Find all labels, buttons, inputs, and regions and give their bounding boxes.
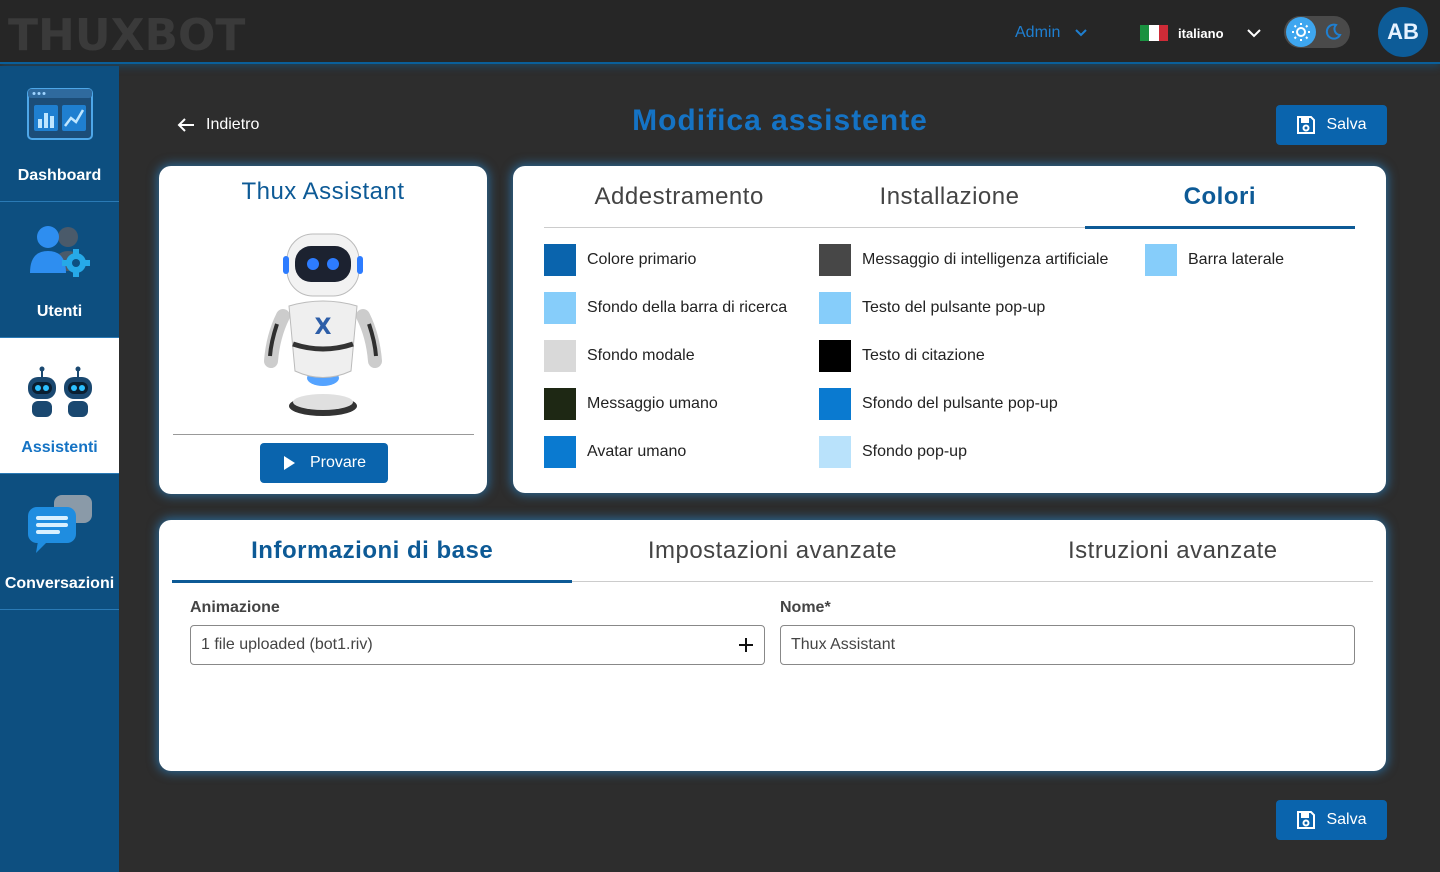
color-label: Avatar umano (587, 443, 687, 460)
color-label: Colore primario (587, 251, 697, 268)
save-button-bottom[interactable]: Salva (1276, 800, 1387, 840)
save-label: Salva (1326, 811, 1367, 828)
color-label: Messaggio di intelligenza artificiale (862, 251, 1109, 268)
svg-text:THUXBOT: THUXBOT (8, 10, 245, 56)
page-title: Modifica assistente (632, 104, 928, 137)
language-select[interactable]: italiano (1140, 22, 1262, 44)
color-sidebar[interactable]: Barra laterale (1145, 244, 1284, 276)
settings-tabs-card: Addestramento Installazione Colori Color… (513, 166, 1386, 493)
color-label: Sfondo del pulsante pop-up (862, 395, 1058, 412)
robot-avatar-image: X (264, 233, 382, 416)
name-label: Nome* (780, 599, 831, 616)
dashboard-chart-icon (26, 88, 93, 140)
color-swatch[interactable] (819, 436, 851, 468)
tab-basic-info[interactable]: Informazioni di base (172, 520, 573, 583)
tab-colors[interactable]: Colori (1084, 166, 1356, 229)
user-avatar[interactable]: AB (1378, 7, 1428, 57)
theme-toggle[interactable] (1284, 16, 1350, 48)
color-swatch[interactable] (544, 244, 576, 276)
color-popup-button-background[interactable]: Sfondo del pulsante pop-up (819, 388, 1058, 420)
color-label: Sfondo pop-up (862, 443, 967, 460)
tab-advanced-settings[interactable]: Impostazioni avanzate (572, 520, 972, 581)
color-label: Sfondo modale (587, 347, 695, 364)
assistant-preview-card: Thux Assistant X Provare (159, 166, 487, 494)
color-swatch[interactable] (1145, 244, 1177, 276)
thuxbot-logo[interactable]: THUXBOT (8, 10, 298, 56)
basic-info-card: Informazioni di base Impostazioni avanza… (159, 520, 1386, 771)
play-icon (283, 456, 295, 470)
sidebar-item-users[interactable]: Utenti (0, 202, 119, 338)
color-primary[interactable]: Colore primario (544, 244, 696, 276)
color-human-message[interactable]: Messaggio umano (544, 388, 718, 420)
color-swatch[interactable] (544, 436, 576, 468)
tab-training[interactable]: Addestramento (544, 166, 814, 227)
info-tab-bar: Informazioni di base Impostazioni avanza… (172, 520, 1373, 583)
color-swatch[interactable] (819, 388, 851, 420)
sidebar-item-label: Dashboard (17, 167, 102, 184)
color-swatch[interactable] (544, 388, 576, 420)
try-label: Provare (309, 454, 367, 471)
color-search-bar-background[interactable]: Sfondo della barra di ricerca (544, 292, 787, 324)
add-file-icon[interactable] (738, 637, 754, 653)
name-input[interactable]: Thux Assistant (780, 625, 1355, 665)
floppy-disk-icon (1297, 811, 1316, 829)
save-label: Salva (1326, 116, 1367, 133)
sidebar-item-label: Assistenti (21, 439, 98, 456)
sidebar: Dashboard Utenti Assistenti Conversazion… (0, 66, 119, 872)
color-label: Barra laterale (1188, 251, 1285, 268)
sidebar-item-label: Conversazioni (4, 575, 115, 592)
color-ai-message[interactable]: Messaggio di intelligenza artificiale (819, 244, 1108, 276)
color-human-avatar[interactable]: Avatar umano (544, 436, 686, 468)
name-value: Thux Assistant (791, 636, 896, 653)
sidebar-item-assistants[interactable]: Assistenti (0, 338, 119, 474)
top-bar: THUXBOT Admin italiano AB (0, 0, 1440, 64)
sun-icon (1286, 17, 1316, 47)
color-label: Testo di citazione (862, 347, 985, 364)
language-label: italiano (1178, 25, 1224, 41)
color-swatch[interactable] (819, 244, 851, 276)
chat-bubbles-icon (27, 495, 92, 553)
color-swatch[interactable] (819, 292, 851, 324)
users-gear-icon (29, 226, 90, 277)
arrow-left-icon (177, 118, 194, 132)
animation-value: 1 file uploaded (bot1.riv) (201, 636, 373, 653)
admin-label: Admin (1015, 24, 1061, 41)
animation-label: Animazione (190, 599, 280, 616)
animation-file-input[interactable]: 1 file uploaded (bot1.riv) (190, 625, 765, 665)
moon-icon (1318, 17, 1348, 47)
try-button[interactable]: Provare (260, 443, 388, 483)
chevron-down-icon (1075, 29, 1088, 37)
color-modal-background[interactable]: Sfondo modale (544, 340, 695, 372)
color-swatch[interactable] (544, 292, 576, 324)
tab-advanced-instructions[interactable]: Istruzioni avanzate (973, 520, 1373, 581)
color-popup-button-text[interactable]: Testo del pulsante pop-up (819, 292, 1045, 324)
sidebar-item-dashboard[interactable]: Dashboard (0, 66, 119, 202)
chevron-down-icon (1246, 29, 1261, 38)
card-divider (173, 434, 474, 435)
back-label: Indietro (206, 116, 260, 133)
assistant-name: Thux Assistant (241, 178, 405, 205)
color-swatch[interactable] (544, 340, 576, 372)
color-label: Testo del pulsante pop-up (862, 299, 1046, 316)
admin-menu[interactable]: Admin (1015, 22, 1088, 44)
svg-text:X: X (315, 315, 332, 340)
floppy-disk-icon (1297, 116, 1316, 134)
color-citation-text[interactable]: Testo di citazione (819, 340, 985, 372)
tab-installation[interactable]: Installazione (814, 166, 1084, 227)
save-button-top[interactable]: Salva (1276, 105, 1387, 145)
sidebar-item-conversations[interactable]: Conversazioni (0, 474, 119, 610)
color-label: Messaggio umano (587, 395, 718, 412)
settings-tab-bar: Addestramento Installazione Colori (544, 166, 1356, 229)
color-label: Sfondo della barra di ricerca (587, 299, 788, 316)
color-swatch[interactable] (819, 340, 851, 372)
color-popup-background[interactable]: Sfondo pop-up (819, 436, 967, 468)
robots-icon (27, 366, 92, 417)
sidebar-item-label: Utenti (36, 303, 83, 320)
italy-flag-icon (1140, 25, 1168, 41)
back-link[interactable]: Indietro (176, 112, 259, 138)
